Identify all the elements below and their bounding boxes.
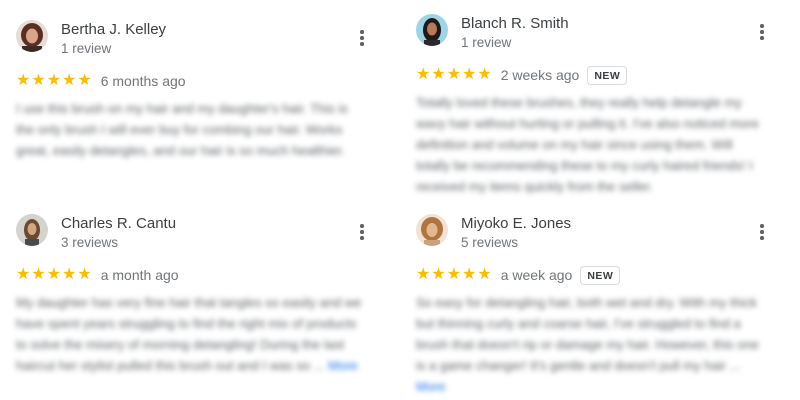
review-text: My daughter has very fine hair that tang… [16,292,368,376]
reviewer-name[interactable]: Miyoko E. Jones [461,215,571,233]
review-time: a week ago [500,267,573,283]
more-vert-icon[interactable] [756,224,768,242]
review-text-body: I use this brush on my hair and my daugh… [16,101,348,158]
new-badge: NEW [580,265,621,285]
reviewer-name[interactable]: Charles R. Cantu [61,215,176,233]
review-count: 1 review [61,41,112,56]
review-meta: ★★★★★ a week ago NEW [416,264,776,286]
review-time: 2 weeks ago [500,67,580,83]
star-rating: ★★★★★ [16,72,93,89]
review-card: Bertha J. Kelley 1 review ★★★★★ 6 months… [16,20,376,161]
reviewer-name[interactable]: Blanch R. Smith [461,15,569,33]
review-header: Miyoko E. Jones 5 reviews [416,214,776,258]
review-text-body: Totally loved these brushes, they really… [416,95,759,194]
more-vert-icon[interactable] [356,30,368,48]
reviewer-info: Miyoko E. Jones 5 reviews [461,215,571,251]
review-meta: ★★★★★ 2 weeks ago NEW [416,64,776,86]
review-card: Blanch R. Smith 1 review ★★★★★ 2 weeks a… [416,14,776,197]
review-count: 5 reviews [461,235,519,250]
review-text-body: So easy for detangling hair, both wet an… [416,295,759,373]
review-header: Blanch R. Smith 1 review [416,14,776,58]
reviewer-info: Bertha J. Kelley 1 review [61,21,166,57]
star-rating: ★★★★★ [416,266,493,283]
avatar[interactable] [416,14,448,46]
avatar[interactable] [416,214,448,246]
review-text: Totally loved these brushes, they really… [416,92,768,197]
more-vert-icon[interactable] [356,224,368,242]
review-count: 1 review [461,35,512,50]
star-rating: ★★★★★ [416,66,493,83]
more-link[interactable]: More [416,379,446,394]
review-meta: ★★★★★ 6 months ago [16,70,376,92]
review-card: Charles R. Cantu 3 reviews ★★★★★ a month… [16,214,376,376]
more-vert-icon[interactable] [756,24,768,42]
review-text-body: My daughter has very fine hair that tang… [16,295,362,373]
review-time: a month ago [100,267,179,283]
review-text: I use this brush on my hair and my daugh… [16,98,368,161]
avatar[interactable] [16,20,48,52]
review-card: Miyoko E. Jones 5 reviews ★★★★★ a week a… [416,214,776,397]
star-rating: ★★★★★ [16,266,93,283]
review-header: Bertha J. Kelley 1 review [16,20,376,64]
review-header: Charles R. Cantu 3 reviews [16,214,376,258]
review-count: 3 reviews [61,235,119,250]
review-text: So easy for detangling hair, both wet an… [416,292,768,397]
review-time: 6 months ago [100,73,186,89]
reviewer-info: Charles R. Cantu 3 reviews [61,215,176,251]
new-badge: NEW [587,65,628,85]
review-meta: ★★★★★ a month ago [16,264,376,286]
avatar[interactable] [16,214,48,246]
reviewer-info: Blanch R. Smith 1 review [461,15,569,51]
reviewer-name[interactable]: Bertha J. Kelley [61,21,166,39]
more-link[interactable]: More [328,358,358,373]
